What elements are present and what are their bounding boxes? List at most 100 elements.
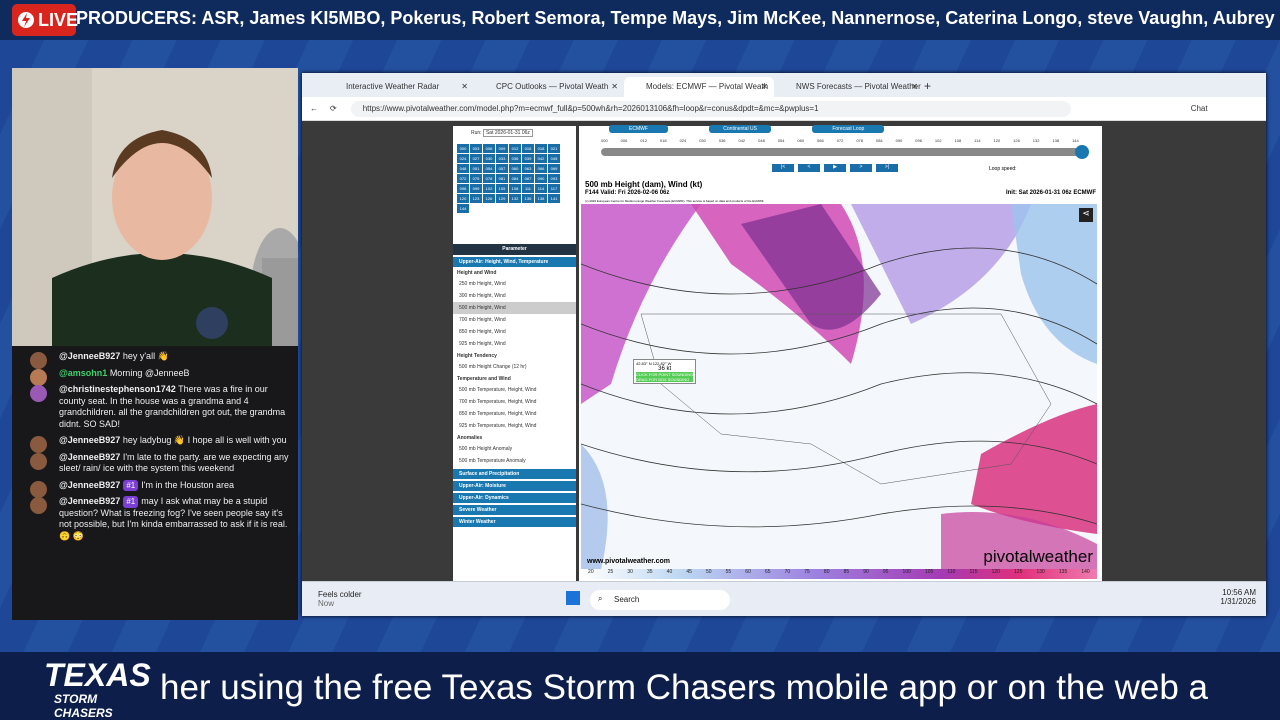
hour-button[interactable]: 027 [470, 154, 482, 163]
loop-hour[interactable]: 084 [876, 138, 883, 143]
hour-button[interactable]: 054 [483, 164, 495, 173]
loop-hour[interactable]: 024 [680, 138, 687, 143]
chat-user[interactable]: @amsohn1 [59, 368, 107, 378]
hour-button[interactable]: 015 [522, 144, 534, 153]
hour-button[interactable]: 069 [548, 164, 560, 173]
hour-button[interactable]: 129 [496, 194, 508, 203]
tab-cpc[interactable]: CPC Outlooks — Pivotal Weath ✕ [474, 77, 624, 97]
loop-hour[interactable]: 054 [778, 138, 785, 143]
hour-button[interactable]: 072 [457, 174, 469, 183]
start-icon[interactable] [566, 591, 580, 605]
chat-user[interactable]: @JenneeB927 [59, 351, 120, 361]
param-850-temp[interactable]: 850 mb Temperature, Height, Wind [453, 408, 576, 420]
loop-hour[interactable]: 090 [896, 138, 903, 143]
next-button[interactable]: > [850, 164, 872, 172]
tab-radar[interactable]: Interactive Weather Radar ✕ [324, 77, 474, 97]
param-850[interactable]: 850 mb Height, Wind [453, 326, 576, 338]
hour-button[interactable]: 045 [548, 154, 560, 163]
hour-button[interactable]: 099 [470, 184, 482, 193]
hour-button[interactable]: 078 [483, 174, 495, 183]
param-height-change[interactable]: 500 mb Height Change (12 hr) [453, 361, 576, 373]
close-icon[interactable]: ✕ [911, 82, 918, 91]
hour-button[interactable]: 087 [522, 174, 534, 183]
loop-hour[interactable]: 006 [621, 138, 628, 143]
tab-ecmwf[interactable]: Models: ECMWF — Pivotal Weath ✕ [624, 77, 774, 97]
hour-button[interactable]: 081 [496, 174, 508, 183]
new-tab-button[interactable]: + [924, 77, 944, 97]
hour-button[interactable]: 117 [548, 184, 560, 193]
category-winter[interactable]: Winter Weather [453, 517, 576, 527]
loop-hour[interactable]: 072 [837, 138, 844, 143]
tab-nws[interactable]: NWS Forecasts — Pivotal Weather ✕ [774, 77, 924, 97]
category-upper-air[interactable]: Upper-Air: Height, Wind, Temperature [453, 257, 576, 267]
category-moisture[interactable]: Upper-Air: Moisture [453, 481, 576, 491]
refresh-icon[interactable]: ⟳ [330, 104, 337, 113]
loop-select[interactable]: Forecast Loop [812, 125, 885, 133]
clock[interactable]: 10:56 AM 1/31/2026 [1220, 588, 1256, 606]
loop-hour[interactable]: 048 [758, 138, 765, 143]
weather-widget[interactable]: Feels colder Now [318, 590, 362, 608]
loop-hour[interactable]: 012 [640, 138, 647, 143]
param-500[interactable]: 500 mb Height, Wind [453, 302, 576, 314]
hour-button[interactable]: 051 [470, 164, 482, 173]
param-700-temp[interactable]: 700 mb Temperature, Height, Wind [453, 396, 576, 408]
param-height-anomaly[interactable]: 500 mb Height Anomaly [453, 443, 576, 455]
loop-slider[interactable] [601, 145, 1089, 159]
loop-hour[interactable]: 060 [797, 138, 804, 143]
hour-button[interactable]: 033 [496, 154, 508, 163]
param-925-temp[interactable]: 925 mb Temperature, Height, Wind [453, 420, 576, 432]
hour-button[interactable]: 000 [457, 144, 469, 153]
loop-hour[interactable]: 066 [817, 138, 824, 143]
region-select[interactable]: Continental US [709, 125, 771, 133]
hour-button[interactable]: 021 [548, 144, 560, 153]
share-icon[interactable]: ⋖ [1079, 208, 1093, 222]
hour-button[interactable]: 105 [496, 184, 508, 193]
hour-button[interactable]: 114 [535, 184, 547, 193]
live-chat[interactable]: @JenneeB927 hey y'all 👋 @amsohn1 Morning… [12, 346, 298, 620]
hour-button[interactable]: 132 [509, 194, 521, 203]
hour-button[interactable]: 126 [483, 194, 495, 203]
play-button[interactable]: ▶ [824, 164, 846, 172]
param-temp-anomaly[interactable]: 500 mb Temperature Anomaly [453, 455, 576, 467]
param-500-temp[interactable]: 500 mb Temperature, Height, Wind [453, 384, 576, 396]
loop-hour[interactable]: 030 [699, 138, 706, 143]
close-icon[interactable]: ✕ [761, 82, 768, 91]
hour-button[interactable]: 042 [535, 154, 547, 163]
chat-user[interactable]: @christinestephenson1742 [59, 384, 176, 394]
hour-button[interactable]: 102 [483, 184, 495, 193]
taskbar-search[interactable]: ⌕ Search [590, 590, 730, 610]
hour-button[interactable]: 075 [470, 174, 482, 183]
first-frame-button[interactable]: |< [772, 164, 794, 172]
hour-button[interactable]: 096 [457, 184, 469, 193]
hour-button[interactable]: 006 [483, 144, 495, 153]
hour-button[interactable]: 141 [548, 194, 560, 203]
hour-button[interactable]: 057 [496, 164, 508, 173]
category-dynamics[interactable]: Upper-Air: Dynamics [453, 493, 576, 503]
back-icon[interactable]: ← [310, 104, 318, 113]
loop-hour[interactable]: 108 [955, 138, 962, 143]
param-300[interactable]: 300 mb Height, Wind [453, 290, 576, 302]
loop-hour[interactable]: 138 [1052, 138, 1059, 143]
hour-button[interactable]: 009 [496, 144, 508, 153]
hour-button[interactable]: 084 [509, 174, 521, 183]
loop-hour[interactable]: 132 [1033, 138, 1040, 143]
hour-button[interactable]: 144 [457, 204, 469, 213]
param-250[interactable]: 250 mb Height, Wind [453, 278, 576, 290]
loop-hour[interactable]: 144 [1072, 138, 1079, 143]
loop-hour[interactable]: 018 [660, 138, 667, 143]
loop-hour[interactable]: 096 [915, 138, 922, 143]
run-selector[interactable]: Run: Sat 2026-01-31 06z [471, 129, 572, 137]
loop-hour[interactable]: 078 [856, 138, 863, 143]
loop-hour[interactable]: 114 [974, 138, 980, 143]
hour-button[interactable]: 003 [470, 144, 482, 153]
hour-button[interactable]: 039 [522, 154, 534, 163]
hour-button[interactable]: 135 [522, 194, 534, 203]
hour-button[interactable]: 066 [535, 164, 547, 173]
hour-button[interactable]: 120 [457, 194, 469, 203]
loop-hour[interactable]: 042 [738, 138, 745, 143]
param-925[interactable]: 925 mb Height, Wind [453, 338, 576, 350]
chat-button[interactable]: Chat [1191, 104, 1208, 113]
hour-button[interactable]: 048 [457, 164, 469, 173]
url-input[interactable]: https://www.pivotalweather.com/model.php… [350, 100, 1071, 117]
hour-button[interactable]: 111 [522, 184, 534, 193]
